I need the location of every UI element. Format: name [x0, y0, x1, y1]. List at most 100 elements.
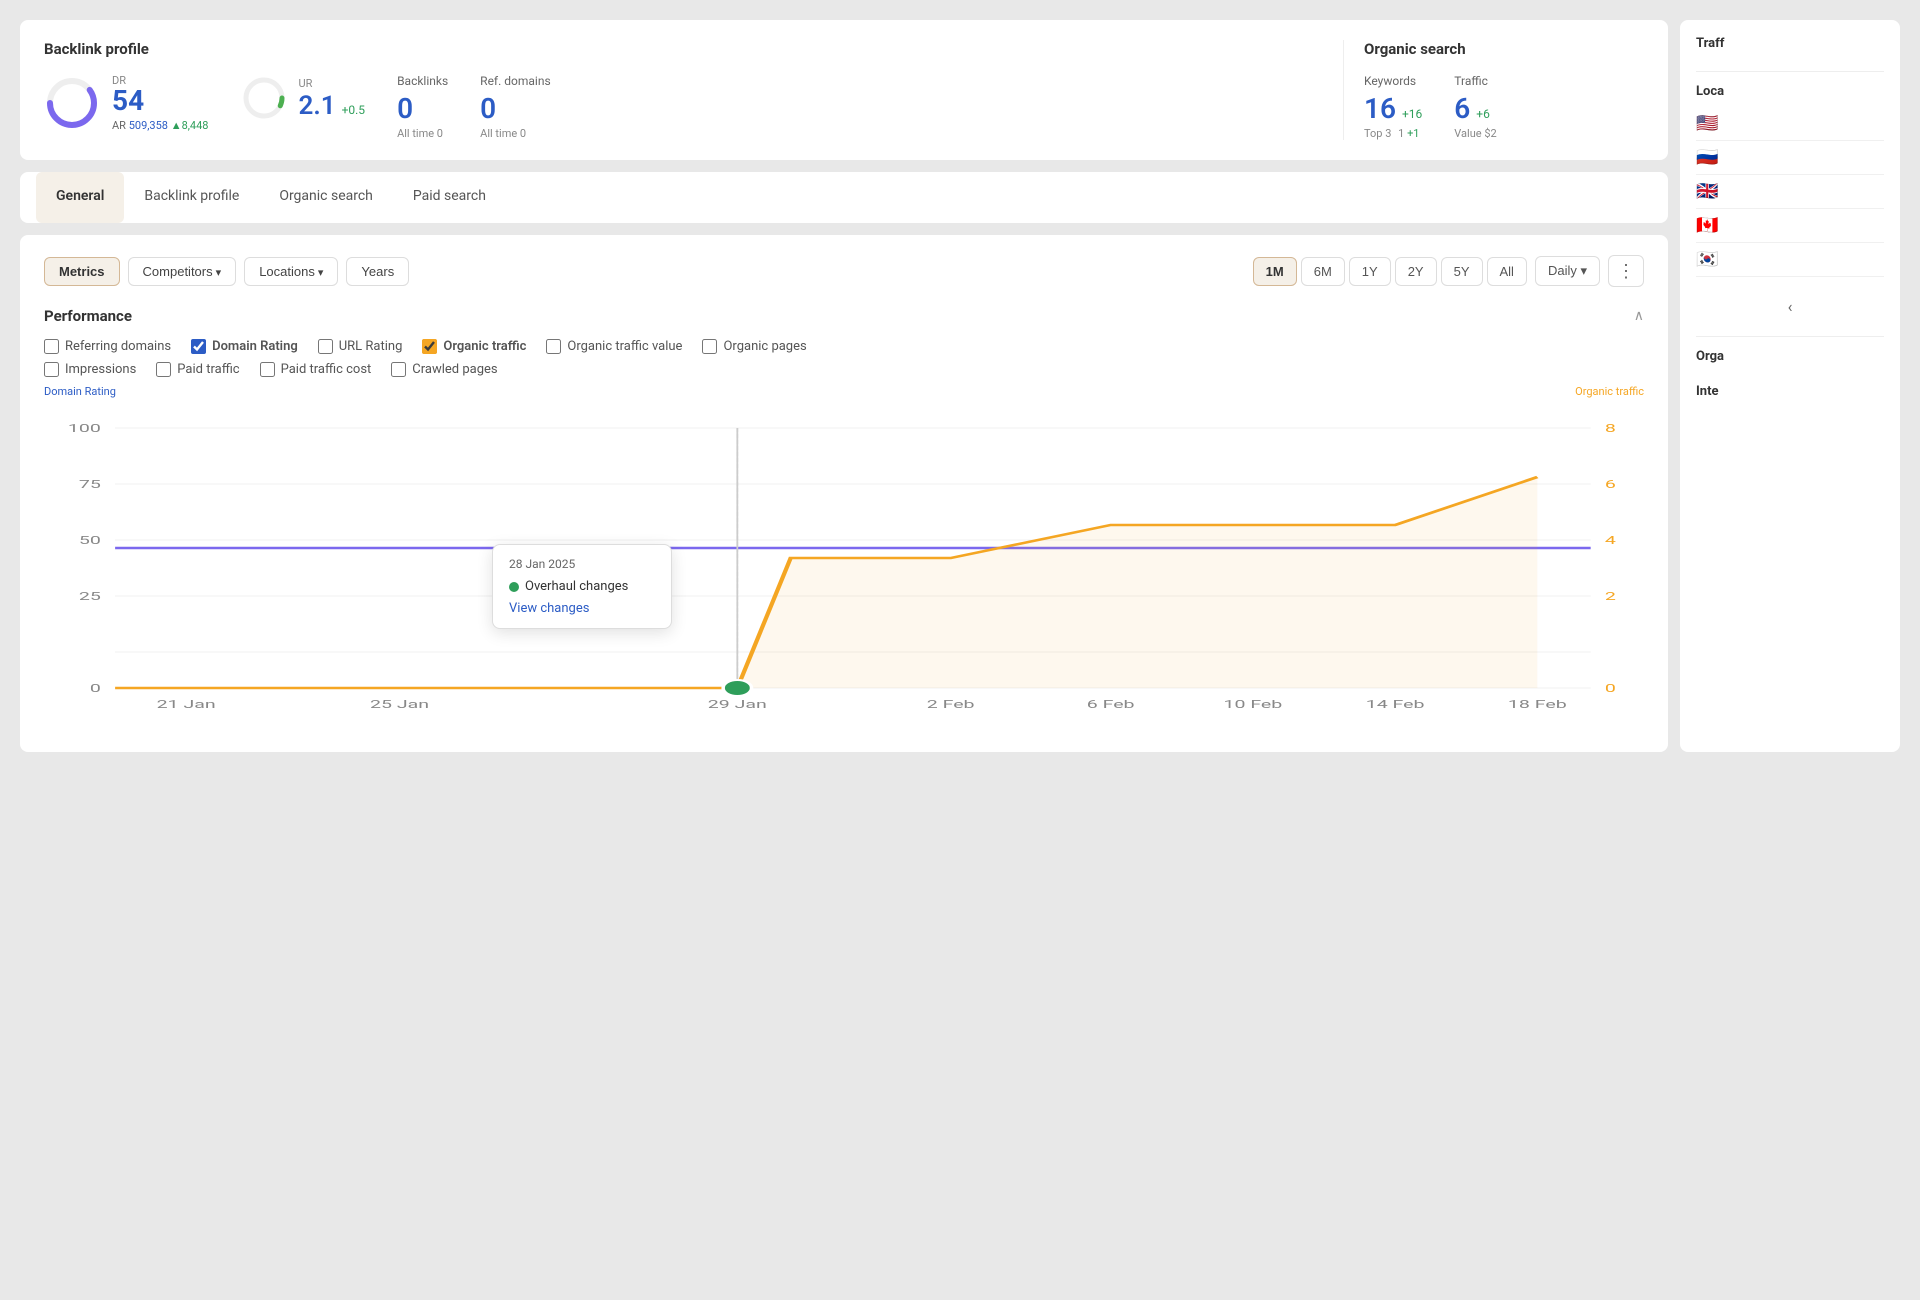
tooltip-box: 28 Jan 2025 Overhaul changes View change…	[492, 544, 672, 629]
keywords-label: Keywords	[1364, 74, 1422, 88]
svg-text:0: 0	[90, 682, 101, 695]
sidebar-divider-1	[1696, 71, 1884, 72]
tooltip-link[interactable]: View changes	[509, 601, 589, 616]
checkboxes-row-1: Referring domains Domain Rating URL Rati…	[44, 339, 1644, 354]
location-item-kr: 🇰🇷	[1696, 243, 1884, 277]
organic-label-section: Orga	[1696, 349, 1884, 372]
svg-text:6 Feb: 6 Feb	[1087, 698, 1135, 711]
svg-text:21 Jan: 21 Jan	[157, 698, 216, 711]
flag-kr: 🇰🇷	[1696, 249, 1718, 270]
ur-info: UR 2.1 +0.5	[298, 75, 365, 121]
checkbox-organic-traffic-value[interactable]: Organic traffic value	[546, 339, 682, 354]
svg-text:25 Jan: 25 Jan	[370, 698, 429, 711]
svg-text:2: 2	[1605, 590, 1616, 603]
chart-svg: 100 75 50 25 0 8 6 4 2 0	[44, 408, 1644, 728]
organic-label: Orga	[1696, 349, 1884, 364]
svg-text:29 Jan: 29 Jan	[708, 698, 767, 711]
ref-domains-label: Ref. domains	[480, 74, 550, 88]
time-6m[interactable]: 6M	[1301, 257, 1345, 286]
checkbox-organic-traffic-value-input[interactable]	[546, 339, 561, 354]
backlinks-metric: Backlinks 0 All time 0	[397, 74, 448, 140]
backlinks-label: Backlinks	[397, 74, 448, 88]
ref-domains-metric: Ref. domains 0 All time 0	[480, 74, 550, 140]
axis-labels-row: Domain Rating Organic traffic	[44, 385, 1644, 398]
ar-label: AR	[112, 119, 126, 132]
traffic-value: 6	[1454, 92, 1470, 125]
backlink-metrics-row: DR 54 AR 509,358 ▲8,448	[44, 74, 1323, 140]
checkbox-crawled-pages-input[interactable]	[391, 362, 406, 377]
backlink-profile-card: Backlink profile DR 54	[20, 20, 1668, 160]
checkbox-url-rating[interactable]: URL Rating	[318, 339, 403, 354]
years-button[interactable]: Years	[346, 257, 409, 286]
dr-value: 54	[112, 87, 208, 115]
svg-text:50: 50	[79, 534, 101, 547]
locations-button[interactable]: Locations	[244, 257, 338, 286]
ar-change: ▲8,448	[171, 119, 209, 132]
checkbox-organic-traffic-input[interactable]	[422, 339, 437, 354]
traffic-title: Traff	[1696, 36, 1884, 51]
inter-label: Inte	[1696, 384, 1884, 399]
backlinks-value: 0	[397, 92, 448, 125]
svg-text:75: 75	[79, 478, 101, 491]
time-1y[interactable]: 1Y	[1349, 257, 1391, 286]
time-2y[interactable]: 2Y	[1395, 257, 1437, 286]
location-item-ca: 🇨🇦	[1696, 209, 1884, 243]
time-all[interactable]: All	[1487, 257, 1527, 286]
checkbox-paid-traffic-input[interactable]	[156, 362, 171, 377]
checkbox-referring-domains-input[interactable]	[44, 339, 59, 354]
svg-text:18 Feb: 18 Feb	[1508, 698, 1567, 711]
dr-metric: DR 54 AR 509,358 ▲8,448	[44, 74, 208, 132]
tab-organic-search[interactable]: Organic search	[259, 172, 393, 223]
keywords-value: 16	[1364, 92, 1396, 125]
checkboxes-row-2: Impressions Paid traffic Paid traffic co…	[44, 362, 1644, 377]
back-arrow[interactable]: ‹	[1696, 289, 1884, 324]
dr-circle	[44, 75, 100, 131]
checkbox-impressions[interactable]: Impressions	[44, 362, 136, 377]
checkbox-referring-domains[interactable]: Referring domains	[44, 339, 171, 354]
svg-text:25: 25	[79, 590, 101, 603]
checkbox-paid-traffic-cost[interactable]: Paid traffic cost	[260, 362, 372, 377]
performance-header: Performance ∧	[44, 307, 1644, 325]
ur-change: +0.5	[342, 103, 365, 117]
tab-backlink-profile[interactable]: Backlink profile	[124, 172, 259, 223]
tabs-bar: General Backlink profile Organic search …	[20, 172, 1668, 223]
chevron-up-icon[interactable]: ∧	[1634, 308, 1644, 324]
ur-label: UR	[298, 77, 312, 90]
more-button[interactable]: ⋮	[1608, 255, 1644, 287]
checkbox-impressions-input[interactable]	[44, 362, 59, 377]
svg-text:14 Feb: 14 Feb	[1366, 698, 1425, 711]
organic-metrics-row: Keywords 16 +16 Top 3 1 +1 Traffi	[1364, 74, 1644, 140]
tab-general[interactable]: General	[36, 172, 124, 223]
location-item-gb: 🇬🇧	[1696, 175, 1884, 209]
flag-us: 🇺🇸	[1696, 113, 1718, 134]
checkbox-domain-rating[interactable]: Domain Rating	[191, 339, 298, 354]
checkbox-paid-traffic[interactable]: Paid traffic	[156, 362, 239, 377]
checkbox-domain-rating-input[interactable]	[191, 339, 206, 354]
svg-text:10 Feb: 10 Feb	[1223, 698, 1282, 711]
tab-paid-search[interactable]: Paid search	[393, 172, 506, 223]
metrics-button[interactable]: Metrics	[44, 257, 120, 286]
competitors-button[interactable]: Competitors	[128, 257, 237, 286]
axis-left-label: Domain Rating	[44, 385, 116, 398]
ur-metric: UR 2.1 +0.5	[240, 74, 365, 122]
checkbox-crawled-pages[interactable]: Crawled pages	[391, 362, 497, 377]
traffic-change: +6	[1476, 107, 1490, 121]
checkbox-url-rating-input[interactable]	[318, 339, 333, 354]
checkbox-organic-traffic[interactable]: Organic traffic	[422, 339, 526, 354]
backlink-left-section: Backlink profile DR 54	[44, 40, 1344, 140]
time-group: 1M 6M 1Y 2Y 5Y All	[1253, 257, 1527, 286]
ur-value: 2.1	[298, 91, 335, 121]
checkbox-organic-pages-input[interactable]	[702, 339, 717, 354]
checkbox-organic-pages[interactable]: Organic pages	[702, 339, 806, 354]
inter-label-section: Inte	[1696, 384, 1884, 407]
ar-line: AR 509,358 ▲8,448	[112, 119, 208, 132]
tooltip-event: Overhaul changes	[525, 579, 628, 594]
time-1m[interactable]: 1M	[1253, 257, 1297, 286]
checkbox-paid-traffic-cost-input[interactable]	[260, 362, 275, 377]
ar-value[interactable]: 509,358	[129, 119, 168, 132]
chart-card: Metrics Competitors Locations Years 1M 6…	[20, 235, 1668, 752]
time-5y[interactable]: 5Y	[1441, 257, 1483, 286]
flag-ca: 🇨🇦	[1696, 215, 1718, 236]
daily-button[interactable]: Daily ▾	[1535, 256, 1600, 286]
svg-text:4: 4	[1605, 534, 1616, 547]
